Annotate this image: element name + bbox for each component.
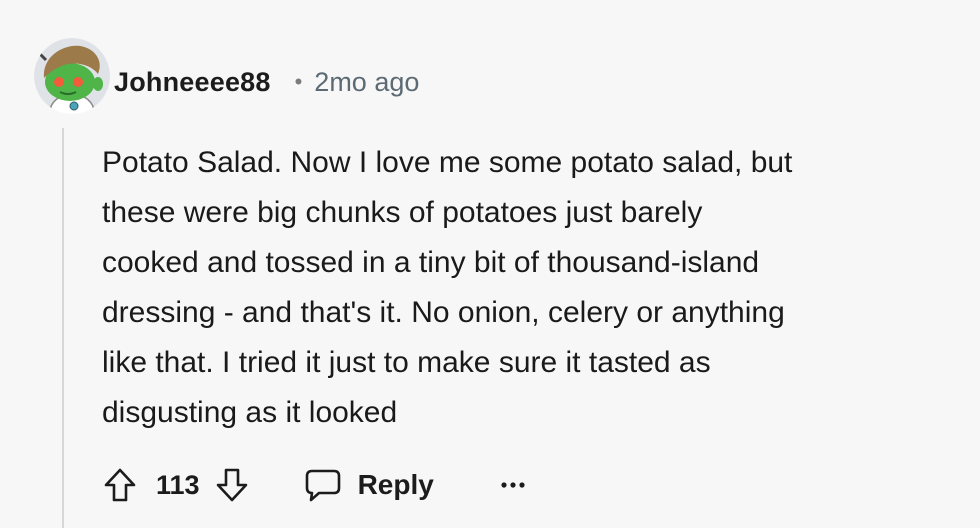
arrow-down-icon [216,468,247,502]
comment-actions: 113 Reply [100,462,526,508]
vote-count: 113 [156,469,200,500]
downvote-button[interactable] [212,465,252,505]
upvote-button[interactable] [100,465,140,505]
user-avatar[interactable] [34,38,110,114]
reply-button[interactable]: Reply [304,467,434,503]
comment-body-line: like that. I tried it just to make sure … [102,346,711,379]
comment-body: Potato Salad. Now I love me some potato … [102,138,962,438]
comment-header: Johneeee88 • 2mo ago [114,60,419,104]
comment: Johneeee88 • 2mo ago Potato Salad. Now I… [0,0,980,528]
more-options-button[interactable] [500,480,526,490]
separator-dot: • [294,69,303,94]
reply-label: Reply [357,469,434,500]
arrow-up-icon [104,468,136,502]
comment-body-line: these were big chunks of potatoes just b… [102,196,703,229]
comment-body-line: disgusting as it looked [102,396,398,429]
username-link[interactable]: Johneeee88 [114,67,271,98]
timestamp[interactable]: 2mo ago [314,67,419,98]
comment-body-line: dressing - and that's it. No onion, cele… [102,296,785,329]
thread-line[interactable] [62,128,64,528]
snoo-avatar-icon [34,38,110,114]
chat-bubble-icon [305,469,340,502]
comment-body-line: cooked and tossed in a tiny bit of thous… [102,246,760,279]
comment-body-line: Potato Salad. Now I love me some potato … [102,146,793,179]
ellipsis-icon [501,482,525,488]
